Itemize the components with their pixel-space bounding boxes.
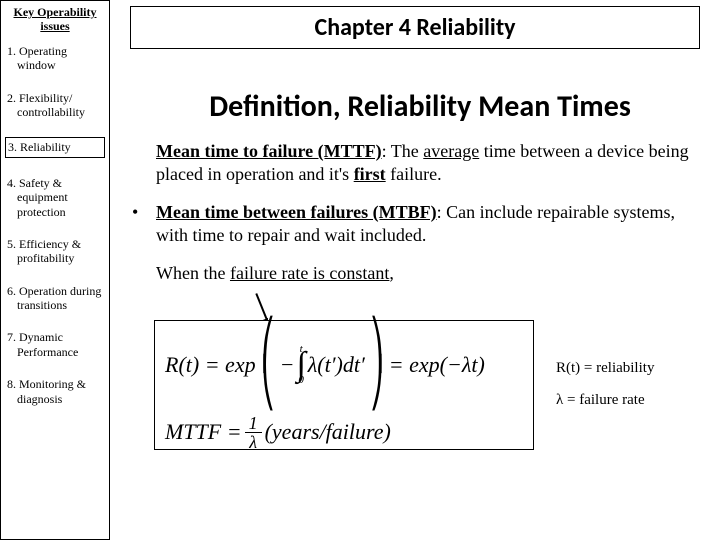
text-underlined: failure rate is constant (230, 263, 389, 283)
note-lambda: λ = failure rate (556, 392, 645, 409)
eq-text: = exp(−λt) (389, 352, 485, 378)
eq-text: MTTF = (165, 419, 242, 445)
text-underlined: average (423, 141, 479, 161)
sidebar-item-8: 8. Monitoring & diagnosis (15, 377, 105, 406)
sidebar-item-3: 3. Reliability (5, 137, 105, 157)
sidebar-item-5: 5. Efficiency & profitability (15, 237, 105, 266)
bracket-open-icon: ⎛⎝ (260, 327, 274, 404)
sidebar-item-6: 6. Operation during transitions (15, 284, 105, 313)
equation-mttf: MTTF = 1 λ (years/failure) (165, 414, 523, 451)
frac-den: λ (245, 433, 261, 451)
sidebar-title: Key Operability issues (5, 5, 105, 34)
text: failure. (386, 164, 442, 184)
constant-rate-note: When the failure rate is constant, (130, 262, 710, 285)
bracket-close-icon: ⎞⎠ (370, 327, 384, 404)
eq-text: R(t) = exp (165, 352, 256, 378)
eq-text: − (280, 352, 295, 378)
sidebar-item-4: 4. Safety & equipment protection (15, 176, 105, 219)
main-heading: Definition, Reliability Mean Times (130, 88, 710, 125)
equation-reliability: R(t) = exp ⎛⎝ − t ∫ 0 λ(t′)dt′ ⎞⎠ = exp(… (165, 327, 523, 404)
formula-box: R(t) = exp ⎛⎝ − t ∫ 0 λ(t′)dt′ ⎞⎠ = exp(… (154, 320, 534, 450)
term-mttf: Mean time to failure (MTTF) (156, 141, 382, 161)
sidebar-item-7: 7. Dynamic Performance (15, 330, 105, 359)
chapter-title-box: Chapter 4 Reliability (130, 6, 700, 49)
frac-num: 1 (245, 414, 262, 433)
text: : The (382, 141, 424, 161)
eq-text: λ(t′)dt′ (308, 352, 365, 378)
integral-icon: t ∫ 0 (296, 346, 305, 385)
sidebar: Key Operability issues 1. Operating wind… (0, 0, 110, 540)
text: When the (156, 263, 230, 283)
content-area: Mean time to failure (MTTF): The average… (130, 140, 710, 301)
int-lower: 0 (298, 377, 304, 385)
sidebar-item-2: 2. Flexibility/ controllability (15, 91, 105, 120)
definition-mtbf: Mean time between failures (MTBF): Can i… (130, 201, 710, 246)
text: , (389, 263, 394, 283)
note-reliability: R(t) = reliability (556, 360, 654, 377)
definition-mttf: Mean time to failure (MTTF): The average… (130, 140, 710, 185)
sidebar-item-1: 1. Operating window (15, 44, 105, 73)
text-underlined: first (354, 164, 386, 184)
eq-text: (years/failure) (265, 419, 391, 445)
term-mtbf: Mean time between failures (MTBF) (156, 202, 437, 222)
fraction: 1 λ (245, 414, 262, 451)
